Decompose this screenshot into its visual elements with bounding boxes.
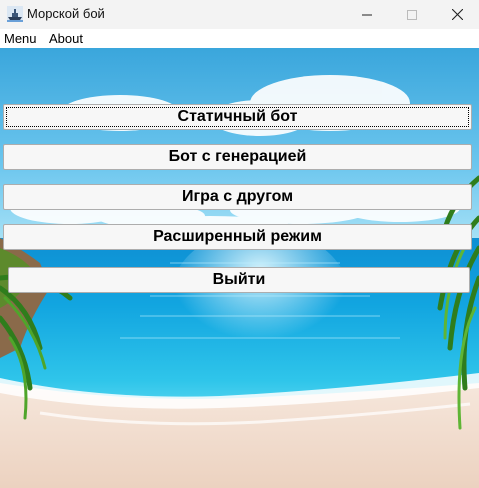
content-area: Статичный бот Бот с генерацией Игра с др… (0, 48, 479, 488)
menu-item-menu[interactable]: Menu (4, 31, 37, 46)
maximize-button[interactable] (389, 0, 435, 29)
generation-bot-button[interactable]: Бот с генерацией (3, 144, 472, 170)
minimize-button[interactable] (344, 0, 390, 29)
menu-bar: Menu About (0, 29, 479, 49)
extended-mode-button[interactable]: Расширенный режим (3, 224, 472, 250)
window-title: Морской бой (27, 6, 105, 21)
close-icon (451, 9, 463, 20)
menu-item-about[interactable]: About (49, 31, 83, 46)
friend-game-button[interactable]: Игра с другом (3, 184, 472, 210)
battleship-app-icon (7, 6, 23, 22)
close-button[interactable] (434, 0, 479, 29)
minimize-icon (362, 14, 372, 15)
title-bar: Морской бой (0, 0, 479, 29)
static-bot-button[interactable]: Статичный бот (3, 104, 472, 130)
maximize-icon (407, 9, 417, 20)
exit-button[interactable]: Выйти (8, 267, 470, 293)
